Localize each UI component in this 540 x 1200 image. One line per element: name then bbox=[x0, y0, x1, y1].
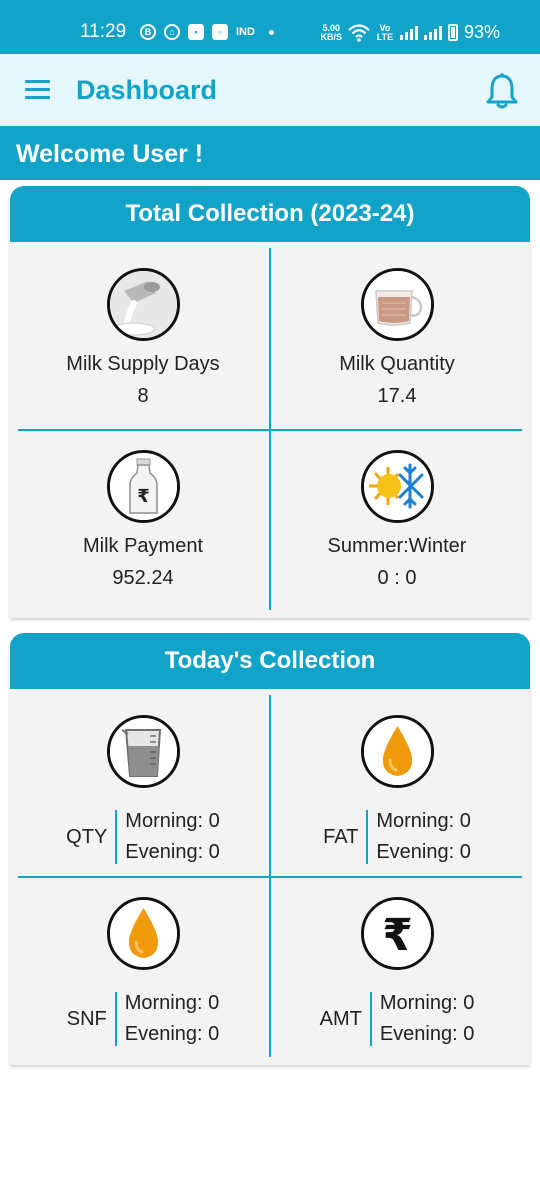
milk-quantity-value: 17.4 bbox=[377, 385, 417, 407]
battery-percentage: 93% bbox=[463, 22, 500, 42]
milk-quantity-label: Milk Quantity bbox=[339, 353, 455, 375]
snf-morning: Morning: 0 bbox=[124, 992, 220, 1014]
milk-payment-label: Milk Payment bbox=[82, 535, 204, 557]
amt-morning: Morning: 0 bbox=[379, 992, 475, 1014]
fat-drop-icon bbox=[361, 715, 434, 788]
qty-evening: Evening: 0 bbox=[125, 841, 220, 863]
milk-supply-days-label: Milk Supply Days bbox=[66, 353, 220, 375]
wifi-icon bbox=[348, 23, 370, 42]
shield-icon: ▫ bbox=[212, 24, 228, 40]
welcome-banner: Welcome User ! bbox=[0, 126, 540, 180]
status-system-icons: 5.00 KB/S Vo LTE 93% bbox=[320, 22, 500, 43]
hamburger-menu-icon[interactable] bbox=[25, 80, 50, 100]
todays-collection-grid: QTY Morning: 0 Evening: 0 FAT Morning: 0… bbox=[10, 689, 530, 1065]
qty-label: QTY bbox=[66, 825, 108, 848]
signal-strength-icon-1 bbox=[399, 25, 418, 40]
milk-payment-value: 952.24 bbox=[112, 567, 174, 589]
milk-bottle-rupee-icon: ₹ bbox=[107, 450, 180, 523]
qty-morning: Morning: 0 bbox=[125, 810, 220, 832]
sun-snowflake-icon bbox=[361, 450, 434, 523]
message-icon: ▪ bbox=[188, 24, 204, 40]
milk-pour-icon bbox=[107, 268, 180, 341]
fat-evening: Evening: 0 bbox=[376, 841, 471, 863]
summer-winter-label: Summer:Winter bbox=[327, 535, 467, 557]
dot-icon bbox=[268, 29, 274, 35]
status-time: 11:29 bbox=[80, 21, 127, 42]
b-circle-icon: B bbox=[140, 24, 156, 40]
summer-winter-tile[interactable]: Summer:Winter 0 : 0 bbox=[271, 430, 523, 610]
snf-tile[interactable]: SNF Morning: 0 Evening: 0 bbox=[17, 877, 269, 1057]
milk-glass-icon bbox=[361, 268, 434, 341]
milk-supply-days-value: 8 bbox=[137, 385, 149, 407]
snf-label: SNF bbox=[66, 1007, 107, 1030]
qty-readings: QTY Morning: 0 Evening: 0 bbox=[17, 806, 269, 868]
app-bar: Dashboard bbox=[0, 54, 540, 126]
total-collection-card: Total Collection (2023-24) Milk Supply D… bbox=[10, 186, 530, 618]
milk-supply-days-tile[interactable]: Milk Supply Days 8 bbox=[17, 248, 269, 428]
page-title: Dashboard bbox=[76, 75, 218, 105]
ind-icon: IND bbox=[236, 26, 255, 38]
rupee-icon: ₹ bbox=[361, 897, 434, 970]
amt-tile[interactable]: ₹ AMT Morning: 0 Evening: 0 bbox=[271, 877, 523, 1057]
milk-quantity-tile[interactable]: Milk Quantity 17.4 bbox=[271, 248, 523, 428]
battery-icon bbox=[447, 24, 458, 41]
amt-readings: AMT Morning: 0 Evening: 0 bbox=[271, 988, 523, 1050]
snf-evening: Evening: 0 bbox=[124, 1023, 220, 1045]
total-collection-grid: Milk Supply Days 8 Milk Quantity 17.4 ₹ … bbox=[10, 242, 530, 618]
home-icon: ⌂ bbox=[164, 24, 180, 40]
total-collection-title: Total Collection (2023-24) bbox=[10, 186, 530, 242]
amt-label: AMT bbox=[319, 1007, 362, 1030]
milk-payment-tile[interactable]: ₹ Milk Payment 952.24 bbox=[17, 430, 269, 610]
todays-collection-card: Today's Collection QTY Morning: 0 Evenin… bbox=[10, 633, 530, 1065]
fat-tile[interactable]: FAT Morning: 0 Evening: 0 bbox=[271, 695, 523, 875]
summer-winter-value: 0 : 0 bbox=[377, 567, 417, 589]
qty-tile[interactable]: QTY Morning: 0 Evening: 0 bbox=[17, 695, 269, 875]
fat-morning: Morning: 0 bbox=[376, 810, 471, 832]
fat-readings: FAT Morning: 0 Evening: 0 bbox=[271, 806, 523, 868]
snf-readings: SNF Morning: 0 Evening: 0 bbox=[17, 988, 269, 1050]
bell-icon[interactable] bbox=[484, 72, 520, 110]
volte-icon: Vo LTE bbox=[376, 22, 394, 42]
status-bar: 11:29 B ⌂ ▪ ▫ IND 5.00 KB/S Vo LTE 93% bbox=[0, 0, 540, 54]
todays-collection-title: Today's Collection bbox=[10, 633, 530, 689]
amt-evening: Evening: 0 bbox=[379, 1023, 475, 1045]
status-notification-icons: B ⌂ ▪ ▫ IND bbox=[140, 24, 274, 40]
measuring-beaker-icon bbox=[107, 715, 180, 788]
signal-strength-icon-2 bbox=[423, 25, 442, 40]
network-speed: 5.00 KB/S bbox=[320, 22, 342, 42]
snf-drop-icon bbox=[107, 897, 180, 970]
svg-text:₹: ₹ bbox=[137, 486, 150, 507]
svg-text:₹: ₹ bbox=[382, 910, 413, 961]
fat-label: FAT bbox=[323, 825, 359, 848]
welcome-text: Welcome User ! bbox=[16, 140, 204, 168]
